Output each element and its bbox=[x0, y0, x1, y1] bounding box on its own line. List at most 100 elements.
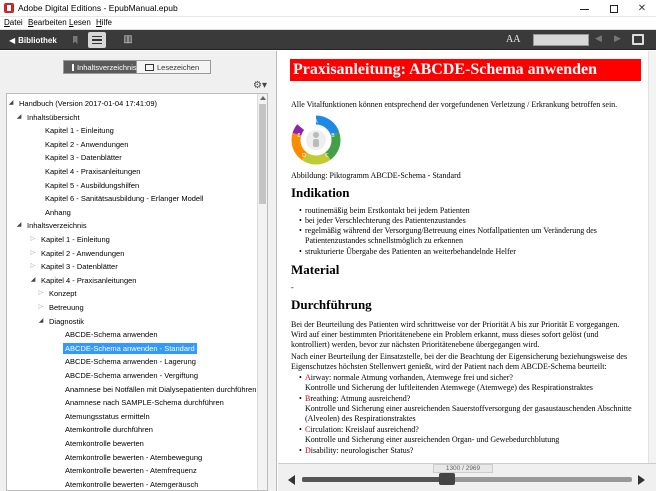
font-size-button[interactable]: AA bbox=[506, 33, 520, 47]
toc-entry[interactable]: Kapitel 4 - Praxisanleitungen bbox=[45, 166, 140, 177]
toc-entry[interactable]: Atemungsstatus ermitteln bbox=[65, 411, 150, 422]
expand-triangle-icon[interactable]: ▷ bbox=[29, 262, 37, 269]
toc-entry[interactable]: Kapitel 1 - Einleitung bbox=[41, 234, 110, 245]
toc-tree: ◢ Handbuch (Version 2017-01-04 17:41:09) ◢… bbox=[6, 93, 268, 491]
toc-entry[interactable]: Kapitel 2 - Anwendungen bbox=[41, 248, 124, 259]
paragraph-line: kontrolliert) werden, bevor zur nächsten… bbox=[291, 340, 540, 349]
scroll-thumb[interactable] bbox=[259, 104, 266, 204]
toc-entry[interactable]: Kapitel 5 - Ausbildungshilfen bbox=[45, 180, 139, 191]
fullscreen-button[interactable] bbox=[632, 34, 644, 45]
toc-entry[interactable]: Konzept bbox=[49, 288, 77, 299]
maximize-button[interactable] bbox=[600, 0, 628, 17]
toc-entry[interactable]: Kapitel 2 - Anwendungen bbox=[45, 139, 128, 150]
toc-entry[interactable]: Atemkontrolle bewerten - Atembewegung bbox=[65, 452, 202, 463]
step-breathing-detail: (Alveolen) des Respirationstraktes bbox=[305, 414, 416, 423]
list-item: regelmäßig während der Versorgung/Betreu… bbox=[299, 226, 597, 236]
paragraph-line: Bei der Beurteilung des Patienten wird s… bbox=[291, 320, 620, 329]
menu-bearbeiten[interactable]: Bearbeiten bbox=[28, 18, 67, 27]
reading-progress-slider[interactable] bbox=[302, 477, 632, 482]
expand-triangle-icon[interactable]: ▷ bbox=[37, 303, 45, 310]
chevron-right-icon: ▶ bbox=[614, 33, 621, 43]
toc-scrollbar[interactable] bbox=[257, 94, 267, 490]
scroll-up-icon[interactable] bbox=[260, 96, 266, 100]
reading-progress-fill bbox=[302, 477, 447, 482]
toc-entry[interactable]: Handbuch (Version 2017-01-04 17:41:09) bbox=[19, 98, 157, 109]
toc-entry[interactable]: Anamnese bei Notfällen mit Dialysepatien… bbox=[65, 384, 256, 395]
step-airway: Airway: normale Atmung vorhanden, Atemwe… bbox=[299, 373, 513, 383]
expand-triangle-icon[interactable]: ▷ bbox=[29, 249, 37, 256]
list-item-continued: Patientenzustandes schnellstmöglich zu e… bbox=[305, 236, 463, 245]
diagram-letter-b: B bbox=[331, 133, 335, 139]
prev-result-button[interactable]: ◀ bbox=[595, 33, 602, 44]
toc-entry[interactable]: Kapitel 6 - Sanitätsausbildung - Erlange… bbox=[45, 193, 203, 204]
reader-toolbar: ◀ Bibliothek ▥ AA ◀ ▶ bbox=[0, 30, 656, 50]
toc-entry[interactable]: Kapitel 1 - Einleitung bbox=[45, 125, 114, 136]
collapse-triangle-icon[interactable]: ◢ bbox=[15, 221, 23, 228]
step-airway-detail: Kontrolle und Sicherung der luftleitende… bbox=[305, 383, 593, 392]
progress-handle[interactable] bbox=[438, 473, 455, 485]
intro-text: Alle Vitalfunktionen können entsprechend… bbox=[291, 100, 618, 109]
toc-entry[interactable]: Atemkontrolle bewerten - Atemgeräusch bbox=[65, 479, 198, 490]
list-item: strukturierte Übergabe des Patienten an … bbox=[299, 247, 516, 257]
collapse-triangle-icon[interactable]: ◢ bbox=[7, 99, 15, 106]
toc-entry[interactable]: Inhaltsübersicht bbox=[27, 112, 80, 123]
toc-entry[interactable]: Kapitel 3 - Datenblätter bbox=[41, 261, 118, 272]
toc-entry[interactable]: Betreuung bbox=[49, 302, 84, 313]
collapse-triangle-icon[interactable]: ◢ bbox=[29, 276, 37, 283]
close-button[interactable]: ✕ bbox=[628, 0, 656, 17]
sidebar-tabs: Inhaltsverzeichnis Lesezeichen bbox=[63, 60, 211, 74]
window-title: Adobe Digital Editions - EpubManual.epub bbox=[18, 3, 178, 13]
next-page-arrow-icon[interactable] bbox=[638, 475, 645, 485]
toc-entry[interactable]: ABCDE-Schema anwenden - Standard bbox=[63, 342, 197, 354]
minimize-icon bbox=[579, 9, 589, 10]
step-disability: Disability: neurologischer Status? bbox=[299, 446, 413, 456]
minimize-button[interactable] bbox=[570, 0, 598, 17]
toc-entry[interactable]: Anhang bbox=[45, 207, 71, 218]
collapse-triangle-icon[interactable]: ◢ bbox=[15, 113, 23, 120]
toc-entry[interactable]: Anamnese nach SAMPLE-Schema durchführen bbox=[65, 397, 224, 408]
material-text: - bbox=[291, 283, 294, 292]
menu-lesen[interactable]: Lesen bbox=[69, 18, 91, 27]
toc-entry[interactable]: Inhaltsverzeichnis bbox=[27, 220, 87, 231]
toc-entry[interactable]: Atemkontrolle bewerten - Atemfrequenz bbox=[65, 465, 197, 476]
library-button[interactable]: ◀ Bibliothek bbox=[4, 32, 62, 48]
bookmark-button[interactable] bbox=[68, 33, 82, 47]
toc-entry[interactable]: Atemkontrolle durchführen bbox=[65, 424, 153, 435]
diagram-letter-e: E bbox=[297, 133, 300, 139]
step-circulation: Circulation: Kreislauf ausreichend? bbox=[299, 425, 419, 435]
toc-entry[interactable]: ABCDE-Schema anwenden bbox=[65, 329, 158, 340]
previous-page-arrow-icon[interactable] bbox=[288, 475, 295, 485]
reader-page: Praxisanleitung: ABCDE-Schema anwenden A… bbox=[278, 51, 656, 463]
menu-datei[interactable]: Datei bbox=[4, 18, 23, 27]
expand-triangle-icon[interactable]: ▷ bbox=[37, 289, 45, 296]
search-input[interactable] bbox=[533, 34, 589, 46]
gear-icon[interactable]: ⚙▾ bbox=[253, 80, 267, 91]
toc-entry[interactable]: Kapitel 4 - Praxisanleitungen bbox=[41, 275, 136, 286]
back-triangle-icon: ◀ bbox=[9, 35, 16, 45]
diagram-letter-a: A bbox=[314, 119, 318, 125]
add-annotation-button[interactable]: ▥ bbox=[121, 33, 135, 47]
toc-entry[interactable]: Atemkontrolle bewerten bbox=[65, 438, 144, 449]
expand-triangle-icon[interactable]: ▷ bbox=[29, 235, 37, 242]
collapse-triangle-icon[interactable]: ◢ bbox=[37, 317, 45, 324]
tab-lesezeichen[interactable]: Lesezeichen bbox=[137, 60, 211, 74]
toc-toggle-button[interactable] bbox=[88, 32, 106, 48]
step-circulation-detail: Kontrolle und Sicherung einer ausreichen… bbox=[305, 435, 560, 444]
reader-scrollbar[interactable] bbox=[648, 51, 656, 463]
page-title: Praxisanleitung: ABCDE-Schema anwenden bbox=[290, 59, 641, 81]
list-icon bbox=[92, 35, 102, 38]
diagram-letter-c: C bbox=[325, 153, 329, 159]
list-item: bei jeder Verschlechterung des Patienten… bbox=[299, 216, 466, 226]
title-bar: Adobe Digital Editions - EpubManual.epub… bbox=[0, 0, 656, 17]
menu-bar: Datei Bearbeiten Lesen Hilfe bbox=[0, 17, 656, 30]
tab-inhaltsverzeichnis[interactable]: Inhaltsverzeichnis bbox=[63, 60, 137, 74]
menu-hilfe[interactable]: Hilfe bbox=[96, 18, 112, 27]
abcde-diagram-image: A B C D E bbox=[291, 115, 341, 165]
toc-entry[interactable]: Diagnostik bbox=[49, 316, 84, 327]
toc-entry[interactable]: Kapitel 3 - Datenblätter bbox=[45, 152, 122, 163]
toc-entry[interactable]: ABCDE-Schema anwenden - Lagerung bbox=[65, 356, 196, 367]
toc-entry[interactable]: ABCDE-Schema anwenden - Vergiftung bbox=[65, 370, 198, 381]
image-caption: Abbildung: Piktogramm ABCDE-Schema - Sta… bbox=[291, 171, 461, 180]
next-result-button[interactable]: ▶ bbox=[614, 33, 621, 44]
paragraph-line: Wird auf einer bestimmten Prioritätenebe… bbox=[291, 330, 599, 339]
